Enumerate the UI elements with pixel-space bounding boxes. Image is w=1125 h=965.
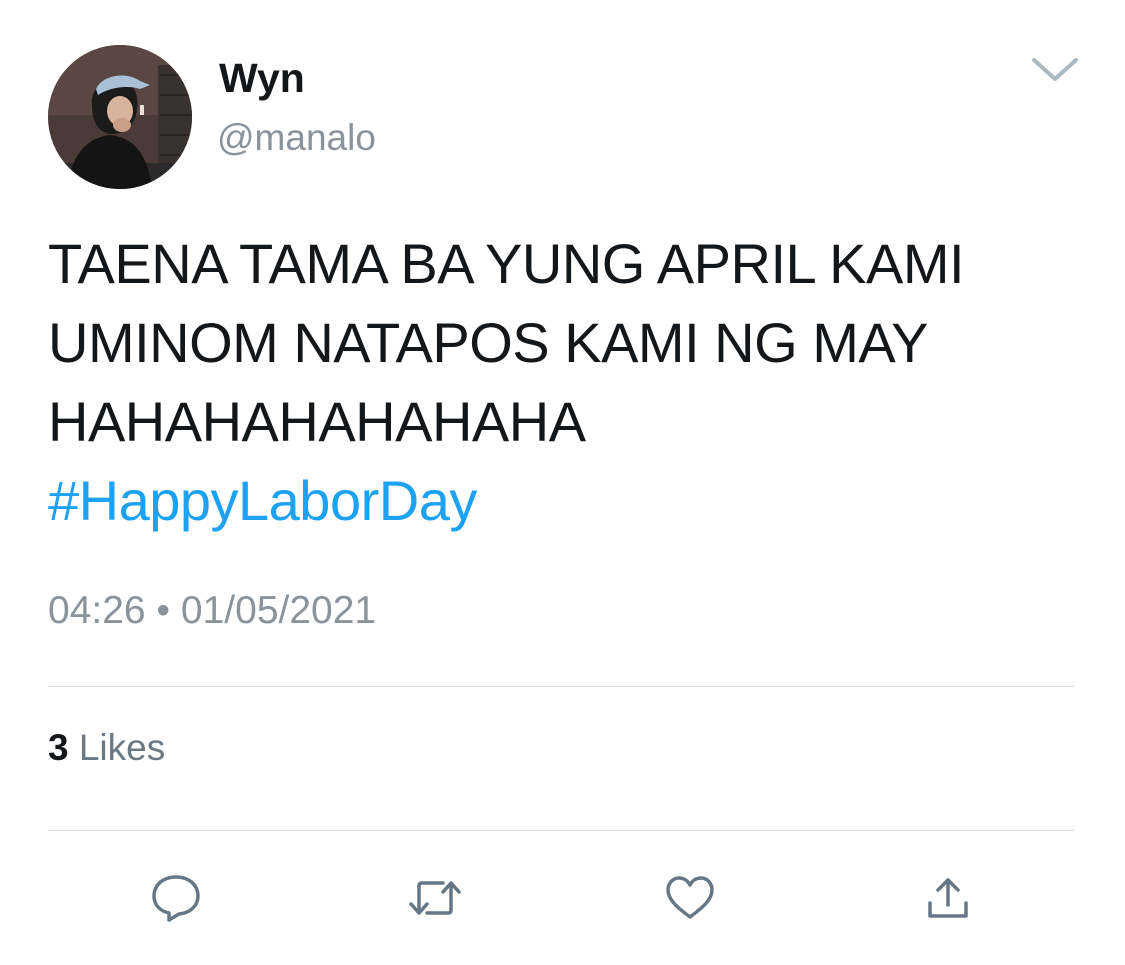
- retweet-button[interactable]: [407, 872, 463, 924]
- hashtag-link[interactable]: #HappyLaborDay: [48, 461, 1088, 540]
- divider: [48, 686, 1075, 687]
- share-icon: [928, 878, 968, 918]
- tweet-text-line: TAENA TAMA BA YUNG APRIL KAMI: [48, 232, 965, 295]
- share-button[interactable]: [920, 872, 976, 924]
- tweet-text: TAENA TAMA BA YUNG APRIL KAMI UMINOM NAT…: [48, 224, 1088, 540]
- retweet-icon: [409, 881, 461, 915]
- like-button[interactable]: [662, 872, 718, 924]
- likes-count-link[interactable]: 3 Likes: [48, 726, 165, 770]
- tweet-timestamp[interactable]: 04:26 • 01/05/2021: [48, 588, 376, 634]
- avatar-photo: [48, 45, 192, 189]
- likes-count: 3: [48, 727, 69, 768]
- avatar[interactable]: [48, 45, 192, 189]
- heart-icon: [666, 876, 714, 919]
- author-display-name[interactable]: Wyn: [219, 54, 305, 102]
- author-handle[interactable]: @manalo: [217, 116, 376, 160]
- tweet-text-line: UMINOM NATAPOS KAMI NG MAY: [48, 311, 928, 374]
- likes-label: Likes: [78, 727, 166, 768]
- reply-icon: [152, 875, 200, 922]
- tweet-text-line: HAHAHAHAHAHAHA: [48, 390, 586, 453]
- reply-button[interactable]: [148, 872, 204, 924]
- chevron-down-icon[interactable]: [1030, 52, 1080, 86]
- divider: [48, 830, 1075, 831]
